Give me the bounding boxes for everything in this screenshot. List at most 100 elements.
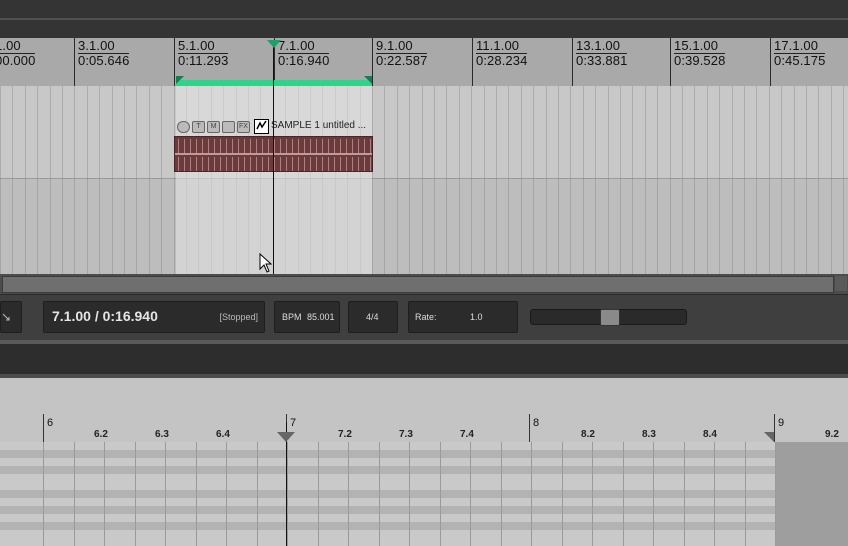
grid-line (682, 86, 683, 274)
grid-line (470, 442, 471, 546)
loop-start-handle[interactable] (176, 76, 184, 84)
waveform-peak (328, 139, 329, 153)
midi-ruler[interactable]: 6 7 8 9 6.2 6.3 6.4 7.2 7.3 7.4 8.2 8.3 … (0, 378, 848, 443)
grid-line (74, 86, 75, 274)
waveform-peak (274, 157, 275, 171)
waveform-peak (316, 139, 317, 153)
waveform-peak (370, 139, 371, 153)
waveform-peak (250, 139, 251, 153)
piano-roll-grid[interactable] (0, 442, 848, 546)
track-area[interactable] (0, 86, 848, 274)
waveform-peak (214, 139, 215, 153)
grid-line (74, 442, 75, 546)
play-state-text: [Stopped] (219, 312, 258, 322)
waveform-peak (298, 139, 299, 153)
playrate-display[interactable]: Rate: 1.0 (408, 301, 518, 333)
grid-line (25, 86, 26, 274)
midi-editor[interactable]: 6 7 8 9 6.2 6.3 6.4 7.2 7.3 7.4 8.2 8.3 … (0, 378, 848, 546)
grid-line (434, 86, 435, 274)
piano-roll-row[interactable] (0, 466, 776, 474)
bar-tick (529, 414, 530, 442)
piano-roll-row[interactable] (0, 522, 776, 530)
grid-line (287, 442, 288, 546)
resize-icon[interactable] (0, 301, 22, 333)
scrollbar-thumb[interactable] (2, 276, 834, 293)
envelope-icon[interactable] (254, 119, 269, 134)
scrollbar-end[interactable] (835, 276, 847, 291)
waveform-peak (346, 157, 347, 171)
waveform-peak (208, 157, 209, 171)
ruler-marker: 15.1.00 0:39.528 (674, 38, 726, 68)
loop-end-handle[interactable] (364, 76, 372, 84)
bar-tick (774, 414, 775, 442)
waveform-peak (328, 157, 329, 171)
waveform-peak (184, 139, 185, 153)
beat-label: 8.3 (642, 429, 656, 440)
item-mute-button[interactable]: M (207, 121, 220, 133)
piano-roll-row[interactable] (0, 498, 776, 506)
grid-line (745, 442, 746, 546)
piano-roll-row[interactable] (0, 530, 776, 538)
grid-line (707, 86, 708, 274)
grid-line (508, 86, 509, 274)
rate-value: 1.0 (470, 312, 483, 322)
item-lock-icon[interactable] (177, 121, 190, 133)
track-lane-2[interactable] (0, 179, 848, 274)
piano-roll-row[interactable] (0, 442, 776, 450)
time-selection[interactable] (176, 86, 372, 274)
piano-roll-row[interactable] (0, 458, 776, 466)
divider (0, 18, 848, 20)
waveform-peak (190, 157, 191, 171)
waveform-peak (304, 157, 305, 171)
position-text: 7.1.00 / 0:16.940 (52, 308, 158, 324)
slider-knob[interactable] (600, 309, 620, 326)
piano-roll-row[interactable] (0, 538, 776, 546)
playhead-marker-icon[interactable] (277, 432, 295, 442)
waveform-peak (250, 157, 251, 171)
playrate-slider[interactable] (530, 309, 687, 326)
grid-line (50, 86, 51, 274)
position-display[interactable]: 7.1.00 / 0:16.940 [Stopped] (43, 301, 265, 333)
waveform-peak (268, 157, 269, 171)
ruler-marker: 13.1.00 0:33.881 (576, 38, 628, 68)
piano-roll-row[interactable] (0, 514, 776, 522)
grid-line (756, 86, 757, 274)
waveform-peak (268, 139, 269, 153)
ruler-tick (174, 38, 175, 86)
grid-line (843, 86, 844, 274)
item-take-button[interactable]: T (192, 121, 205, 133)
ruler-tick (372, 38, 373, 86)
waveform-peak (352, 157, 353, 171)
grid-line (397, 86, 398, 274)
item-properties-icon[interactable] (222, 121, 235, 133)
mouse-cursor-icon (259, 253, 273, 273)
piano-roll-row[interactable] (0, 506, 776, 514)
grid-line (124, 86, 125, 274)
item-fx-button[interactable]: FX (237, 121, 250, 133)
waveform-peak (256, 157, 257, 171)
track-lane-1[interactable] (0, 86, 848, 179)
horizontal-scrollbar[interactable] (0, 274, 848, 294)
waveform-peak (286, 157, 287, 171)
piano-roll-row[interactable] (0, 490, 776, 498)
ruler-tick (74, 38, 75, 86)
waveform-peak (208, 139, 209, 153)
timeline-ruler[interactable]: 1.1.000:00.000 3.1.000:05.646 5.1.000:11… (0, 38, 848, 86)
top-toolbar-band (0, 0, 848, 38)
grid-line (781, 86, 782, 274)
ruler-marker: 11.1.00 0:28.234 (476, 38, 528, 68)
grid-line (719, 86, 720, 274)
grid-line (348, 442, 349, 546)
bpm-display[interactable]: BPM 85.001 (274, 301, 340, 333)
piano-roll-row[interactable] (0, 482, 776, 490)
grid-line (684, 442, 685, 546)
piano-roll-row[interactable] (0, 474, 776, 482)
grid-line (501, 442, 502, 546)
time-signature-display[interactable]: 4/4 (348, 301, 398, 333)
playhead-marker-icon[interactable] (267, 40, 281, 48)
waveform-peak (196, 157, 197, 171)
item-end-marker-icon[interactable] (764, 432, 774, 442)
piano-roll-row[interactable] (0, 450, 776, 458)
ruler-marker: 3.1.00 0:05.646 (78, 38, 130, 68)
grid-line (104, 442, 105, 546)
